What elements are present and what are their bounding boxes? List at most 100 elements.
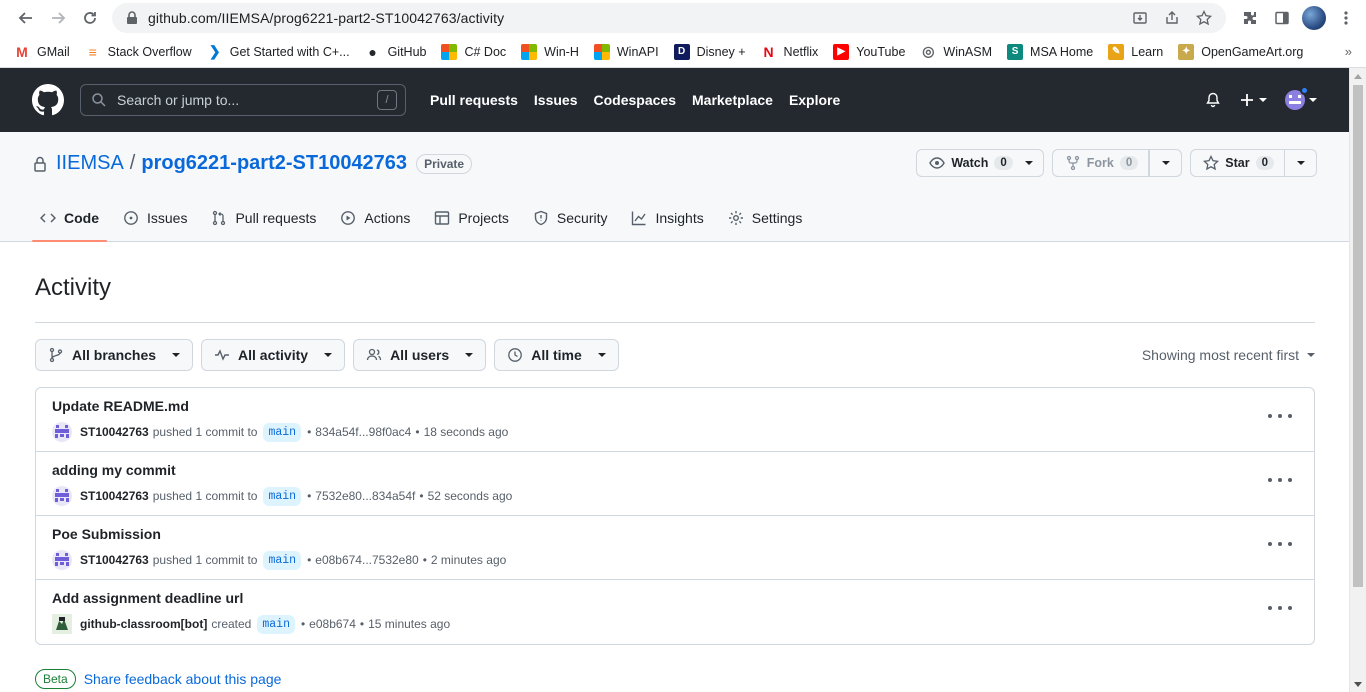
kebab-menu-icon[interactable] <box>1268 472 1292 488</box>
page-title: Activity <box>35 274 1315 323</box>
repo-name-link[interactable]: prog6221-part2-ST10042763 <box>141 152 407 175</box>
avatar[interactable] <box>52 614 72 634</box>
commit-range-link[interactable]: 834a54f...98f0ac4 <box>315 425 411 439</box>
tab-projects[interactable]: Projects <box>426 194 517 242</box>
branch-label[interactable]: main <box>263 550 302 570</box>
bookmark-item[interactable]: C# Doc <box>441 43 506 60</box>
reload-icon[interactable] <box>74 2 106 34</box>
bookmarks-overflow-icon[interactable]: » <box>1345 44 1352 59</box>
github-logo-icon[interactable] <box>32 84 64 116</box>
bookmark-item[interactable]: ✎ Learn <box>1108 43 1163 60</box>
activity-title[interactable]: Update README.md <box>52 398 1298 414</box>
avatar[interactable] <box>52 550 72 570</box>
kebab-menu-icon[interactable] <box>1268 536 1292 552</box>
search-input[interactable]: Search or jump to... / <box>80 84 406 116</box>
page-scrollbar[interactable] <box>1349 68 1366 692</box>
chevron-down-icon <box>1307 353 1315 357</box>
url-text[interactable]: github.com/IIEMSA/prog6221-part2-ST10042… <box>148 10 1128 26</box>
tab-insights[interactable]: Insights <box>623 194 711 242</box>
tab-issues[interactable]: Issues <box>115 194 195 242</box>
install-icon[interactable] <box>1128 6 1152 30</box>
nav-issues[interactable]: Issues <box>534 92 578 108</box>
sort-dropdown[interactable]: Showing most recent first <box>1142 347 1315 363</box>
bookmark-item[interactable]: ◎ WinASM <box>920 43 993 60</box>
fork-dropdown[interactable] <box>1149 150 1181 176</box>
bookmark-item[interactable]: D Disney + <box>673 43 746 60</box>
user-menu-button[interactable] <box>1285 86 1317 110</box>
activity-title[interactable]: adding my commit <box>52 462 1298 478</box>
star-dropdown[interactable] <box>1284 150 1316 176</box>
scroll-down-arrow[interactable] <box>1354 682 1362 687</box>
tab-pull-requests[interactable]: Pull requests <box>203 194 324 242</box>
sidepanel-icon[interactable] <box>1270 6 1294 30</box>
bookmark-item[interactable]: ✦ OpenGameArt.org <box>1178 43 1303 60</box>
chevron-down-icon <box>597 353 606 357</box>
activity-user[interactable]: github-classroom[bot] <box>80 617 207 631</box>
branch-label[interactable]: main <box>263 486 302 506</box>
bookmark-item[interactable]: Win-H <box>521 43 579 60</box>
commit-range-link[interactable]: e08b674 <box>309 617 356 631</box>
forward-icon[interactable] <box>42 2 74 34</box>
avatar[interactable] <box>52 422 72 442</box>
bookmark-item[interactable]: ❯ Get Started with C+... <box>207 43 350 60</box>
activity-user[interactable]: ST10042763 <box>80 553 149 567</box>
kebab-menu-icon[interactable] <box>1268 600 1292 616</box>
bookmark-item[interactable]: S MSA Home <box>1007 43 1093 60</box>
scrollbar-thumb[interactable] <box>1353 85 1363 587</box>
feedback-link[interactable]: Share feedback about this page <box>84 671 282 687</box>
bookmark-item[interactable]: WinAPI <box>593 43 659 60</box>
branch-label[interactable]: main <box>257 614 295 634</box>
bell-icon[interactable] <box>1205 92 1221 108</box>
chevron-down-icon <box>1309 98 1317 102</box>
address-bar[interactable]: github.com/IIEMSA/prog6221-part2-ST10042… <box>112 3 1226 33</box>
activity-page: Activity All branches All activity All u… <box>35 243 1315 689</box>
time-filter-button[interactable]: All time <box>494 339 619 371</box>
extensions-icon[interactable] <box>1238 6 1262 30</box>
lock-icon[interactable] <box>126 11 138 25</box>
activity-user[interactable]: ST10042763 <box>80 425 149 439</box>
branch-filter-button[interactable]: All branches <box>35 339 194 371</box>
slash-shortcut-badge: / <box>377 90 397 110</box>
bookmark-item[interactable]: ● GitHub <box>364 43 426 60</box>
activity-filter-button[interactable]: All activity <box>201 339 346 371</box>
bookmark-label: WinASM <box>943 44 993 59</box>
bookmark-item[interactable]: M GMail <box>14 44 70 60</box>
activity-title[interactable]: Poe Submission <box>52 526 1298 542</box>
nav-marketplace[interactable]: Marketplace <box>692 92 773 108</box>
create-new-button[interactable] <box>1239 92 1267 108</box>
share-icon[interactable] <box>1160 6 1184 30</box>
watch-button[interactable]: Watch 0 <box>917 150 1042 176</box>
commit-range-link[interactable]: 7532e80...834a54f <box>315 489 415 503</box>
bookmark-item[interactable]: N Netflix <box>761 44 818 60</box>
kebab-menu-icon[interactable] <box>1268 408 1292 424</box>
bookmark-item[interactable]: ≡ Stack Overflow <box>85 44 192 60</box>
nav-pull-requests[interactable]: Pull requests <box>430 92 518 108</box>
tab-security[interactable]: Security <box>525 194 616 242</box>
star-bookmark-icon[interactable] <box>1192 6 1216 30</box>
avatar[interactable] <box>52 486 72 506</box>
user-filter-button[interactable]: All users <box>353 339 487 371</box>
nav-codespaces[interactable]: Codespaces <box>594 92 676 108</box>
tab-actions[interactable]: Actions <box>332 194 418 242</box>
commit-range-link[interactable]: e08b674...7532e80 <box>315 553 418 567</box>
chevron-down-icon <box>1296 161 1305 165</box>
star-count: 0 <box>1255 156 1274 170</box>
tab-code[interactable]: Code <box>32 194 107 242</box>
bookmark-item[interactable]: ▶ YouTube <box>833 43 905 60</box>
activity-user[interactable]: ST10042763 <box>80 489 149 503</box>
scroll-up-arrow[interactable] <box>1350 68 1366 85</box>
profile-avatar[interactable] <box>1302 6 1326 30</box>
fork-button[interactable]: Fork 0 <box>1053 150 1150 176</box>
activity-meta: ST10042763 pushed 1 commit to main • e08b674… <box>52 550 1298 570</box>
menu-kebab-icon[interactable] <box>1334 6 1358 30</box>
bullet: • <box>307 425 312 439</box>
nav-explore[interactable]: Explore <box>789 92 840 108</box>
back-icon[interactable] <box>10 2 42 34</box>
chevron-down-icon <box>172 353 181 357</box>
activity-title[interactable]: Add assignment deadline url <box>52 590 1298 606</box>
branch-filter-label: All branches <box>72 347 157 363</box>
branch-label[interactable]: main <box>263 422 302 442</box>
repo-owner-link[interactable]: IIEMSA <box>56 152 124 175</box>
star-button[interactable]: Star 0 <box>1191 150 1284 176</box>
tab-settings[interactable]: Settings <box>720 194 811 242</box>
